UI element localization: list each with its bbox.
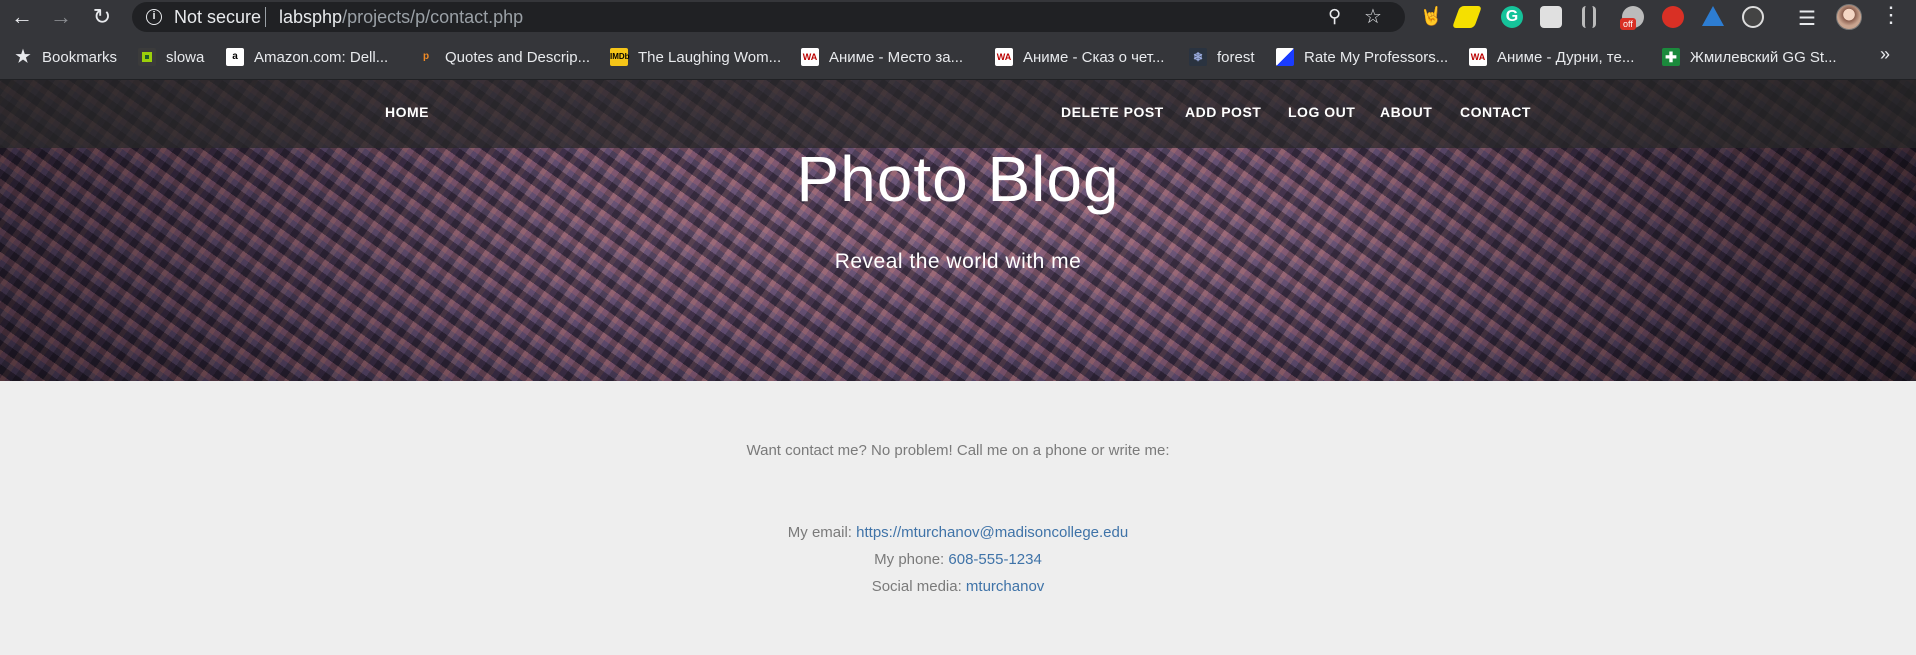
contact-intro-text: Want contact me? No problem! Call me on …	[746, 442, 1170, 459]
rock-hand-extension-icon[interactable]: 🤘	[1420, 6, 1442, 28]
phone-link[interactable]: 608-555-1234	[948, 551, 1041, 568]
email-line: My email: https://mturchanov@madisoncoll…	[0, 524, 1916, 541]
bookmark-item-slowa[interactable]: slowa	[138, 46, 204, 68]
bookmark-item-forest[interactable]: ❄ forest	[1189, 46, 1255, 68]
equalizer-extension-icon[interactable]	[1582, 6, 1596, 28]
extension-off-badge: off	[1620, 18, 1636, 30]
address-bar[interactable]: i Not secure labsphp/projects/p/contact.…	[132, 2, 1405, 32]
bookmark-label: Аниме - Место за...	[829, 48, 964, 66]
nav-log-out-link[interactable]: LOG OUT	[1288, 104, 1355, 120]
url-path: /projects/p/contact.php	[342, 7, 524, 27]
hero-header: HOME DELETE POST ADD POST LOG OUT ABOUT …	[0, 80, 1916, 381]
site-subtitle: Reveal the world with me	[834, 250, 1082, 273]
lightning-extension-icon[interactable]	[1451, 6, 1483, 28]
bookmark-item-anime-3[interactable]: WA Аниме - Дурни, те...	[1469, 46, 1634, 68]
media-playlist-icon[interactable]: ☰	[1796, 6, 1818, 30]
email-label: My email:	[787, 524, 852, 541]
more-menu-icon[interactable]: ⋮	[1880, 2, 1902, 28]
bookmark-item-quotes[interactable]: p Quotes and Descrip...	[417, 46, 590, 68]
contact-section: Want contact me? No problem! Call me on …	[0, 381, 1916, 655]
bookmark-item-rate-my-professors[interactable]: Rate My Professors...	[1276, 46, 1448, 68]
bookmark-label: Amazon.com: Dell...	[254, 48, 389, 66]
cross-icon: ✚	[1662, 48, 1680, 66]
slowa-icon	[138, 48, 156, 66]
bookmark-item-zhmilevsky[interactable]: ✚ Жмилевский GG St...	[1662, 46, 1837, 68]
grammarly-extension-icon[interactable]: G	[1501, 6, 1523, 28]
bookmark-label: forest	[1217, 48, 1255, 66]
imdb-icon: IMDb	[610, 48, 630, 66]
wa-icon: WA	[995, 48, 1013, 66]
social-line: Social media: mturchanov	[0, 578, 1916, 595]
nav-delete-post-link[interactable]: DELETE POST	[1061, 104, 1164, 120]
wa-icon: WA	[801, 48, 819, 66]
wa-icon: WA	[1469, 48, 1487, 66]
info-icon[interactable]: i	[146, 9, 162, 25]
bookmark-label: The Laughing Wom...	[638, 48, 782, 66]
forest-icon: ❄	[1189, 48, 1207, 66]
social-label: Social media:	[871, 578, 962, 595]
phone-label: My phone:	[874, 551, 945, 568]
email-link[interactable]: https://mturchanov@madisoncollege.edu	[856, 524, 1128, 541]
bookmark-item-bookmarks[interactable]: ★ Bookmarks	[14, 46, 117, 68]
bookmark-label: Аниме - Сказ о чет...	[1023, 48, 1165, 66]
triangle-extension-icon[interactable]	[1702, 6, 1724, 26]
bookmark-label: Аниме - Дурни, те...	[1497, 48, 1635, 66]
site-navbar: HOME DELETE POST ADD POST LOG OUT ABOUT …	[0, 80, 1916, 148]
chevron-double-right-icon[interactable]: »	[1880, 44, 1890, 65]
rmp-icon	[1276, 48, 1294, 66]
browser-toolbar: ← → ↻ i Not secure labsphp/projects/p/co…	[0, 0, 1916, 34]
omnibox-divider	[265, 7, 266, 27]
nav-contact-link[interactable]: CONTACT	[1460, 104, 1531, 120]
bookmark-label: Quotes and Descrip...	[445, 48, 591, 66]
nav-add-post-link[interactable]: ADD POST	[1185, 104, 1261, 120]
url-text[interactable]: labsphp/projects/p/contact.php	[279, 7, 523, 28]
site-title: Photo Blog	[796, 143, 1120, 215]
bookmark-item-anime-2[interactable]: WA Аниме - Сказ о чет...	[995, 46, 1164, 68]
archive-extension-icon[interactable]	[1540, 6, 1562, 28]
star-icon: ★	[15, 47, 31, 66]
ball-extension-icon[interactable]	[1742, 6, 1764, 28]
nav-home-link[interactable]: HOME	[385, 104, 429, 120]
bookmark-label: Bookmarks	[42, 48, 118, 66]
amazon-icon: a	[226, 48, 244, 66]
zoom-icon[interactable]: ⚲	[1328, 6, 1341, 27]
phone-line: My phone: 608-555-1234	[0, 551, 1916, 568]
url-host: labsphp	[279, 7, 343, 27]
back-icon[interactable]: ←	[8, 3, 36, 31]
bookmark-label: slowa	[166, 48, 205, 66]
profile-avatar[interactable]	[1836, 4, 1862, 30]
social-link[interactable]: mturchanov	[966, 578, 1044, 595]
bookmark-star-icon[interactable]: ☆	[1364, 4, 1382, 29]
security-label: Not secure	[174, 7, 262, 27]
bookmark-item-anime-1[interactable]: WA Аниме - Место за...	[801, 46, 963, 68]
reload-icon[interactable]: ↻	[88, 3, 116, 31]
nav-about-link[interactable]: ABOUT	[1380, 104, 1432, 120]
bookmark-item-laughing-woman[interactable]: IMDb The Laughing Wom...	[610, 46, 781, 68]
forward-icon[interactable]: →	[47, 3, 75, 31]
bookmark-label: Rate My Professors...	[1304, 48, 1449, 66]
bookmark-item-amazon[interactable]: a Amazon.com: Dell...	[226, 46, 388, 68]
bookmark-label: Жмилевский GG St...	[1690, 48, 1837, 66]
hand-stop-extension-icon[interactable]	[1662, 6, 1684, 28]
quotes-icon: p	[422, 51, 430, 62]
bookmarks-bar: ★ Bookmarks slowa a Amazon.com: Dell... …	[0, 34, 1916, 80]
